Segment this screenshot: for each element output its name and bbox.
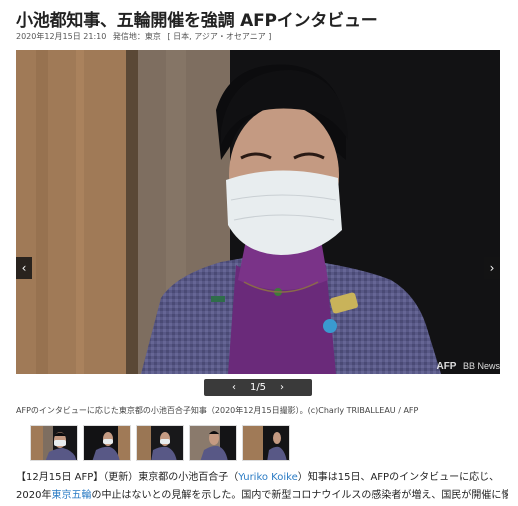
category-bracket-close: ]	[268, 32, 272, 41]
thumbnail-1[interactable]	[30, 425, 78, 461]
thumbnail-3[interactable]	[136, 425, 184, 461]
article-meta: 2020年12月15日 21:10 発信地：東京 [ 日本, アジア・オセアニア…	[16, 32, 272, 41]
gallery-prev-arrow[interactable]: ‹	[16, 257, 32, 279]
thumbnail-2[interactable]	[83, 425, 131, 461]
category-bracket-open: [	[167, 32, 171, 41]
pager-next-button[interactable]: ›	[280, 382, 284, 393]
article-headline: 小池都知事、五輪開催を強調 AFPインタビュー	[16, 11, 378, 31]
article-date: 2020年12月15日 21:10	[16, 32, 107, 41]
thumbnail-5[interactable]	[242, 425, 290, 461]
category-link-asia-oceania[interactable]: アジア・オセアニア	[194, 32, 266, 41]
body-paragraph-line-1: 【12月15日 AFP】（更新）東京都の小池百合子（Yuriko Koike）知…	[16, 472, 500, 483]
gallery-pager: ‹ 1/5 ›	[204, 379, 312, 396]
category-link-japan[interactable]: 日本	[173, 32, 189, 41]
watermark-bbnews: BB News	[462, 361, 500, 371]
topic-link-tokyo-olympics[interactable]: 東京五輪	[51, 490, 91, 501]
main-photo: ‹ › AFP BB News	[16, 50, 500, 374]
person-link-yuriko-koike[interactable]: Yuriko Koike	[238, 472, 297, 483]
body-paragraph-line-2: 2020年東京五輪の中止はないとの見解を示した。国内で新型コロナウイルスの感染者…	[16, 490, 508, 501]
watermark-afp: AFP	[436, 361, 457, 372]
afpbb-watermark: AFP BB News	[436, 361, 500, 372]
article-origin: 発信地：東京	[112, 32, 161, 41]
photo-caption: AFPのインタビューに応じた東京都の小池百合子知事（2020年12月15日撮影）…	[16, 406, 419, 415]
article-body: 【12月15日 AFP】（更新）東京都の小池百合子（Yuriko Koike）知…	[16, 469, 508, 505]
pager-prev-button[interactable]: ‹	[232, 382, 236, 393]
gallery-next-arrow[interactable]: ›	[484, 257, 500, 279]
portrait-image	[16, 50, 500, 374]
thumbnail-4[interactable]	[189, 425, 237, 461]
pager-count: 1/5	[249, 382, 267, 393]
thumbnail-strip	[30, 425, 290, 461]
